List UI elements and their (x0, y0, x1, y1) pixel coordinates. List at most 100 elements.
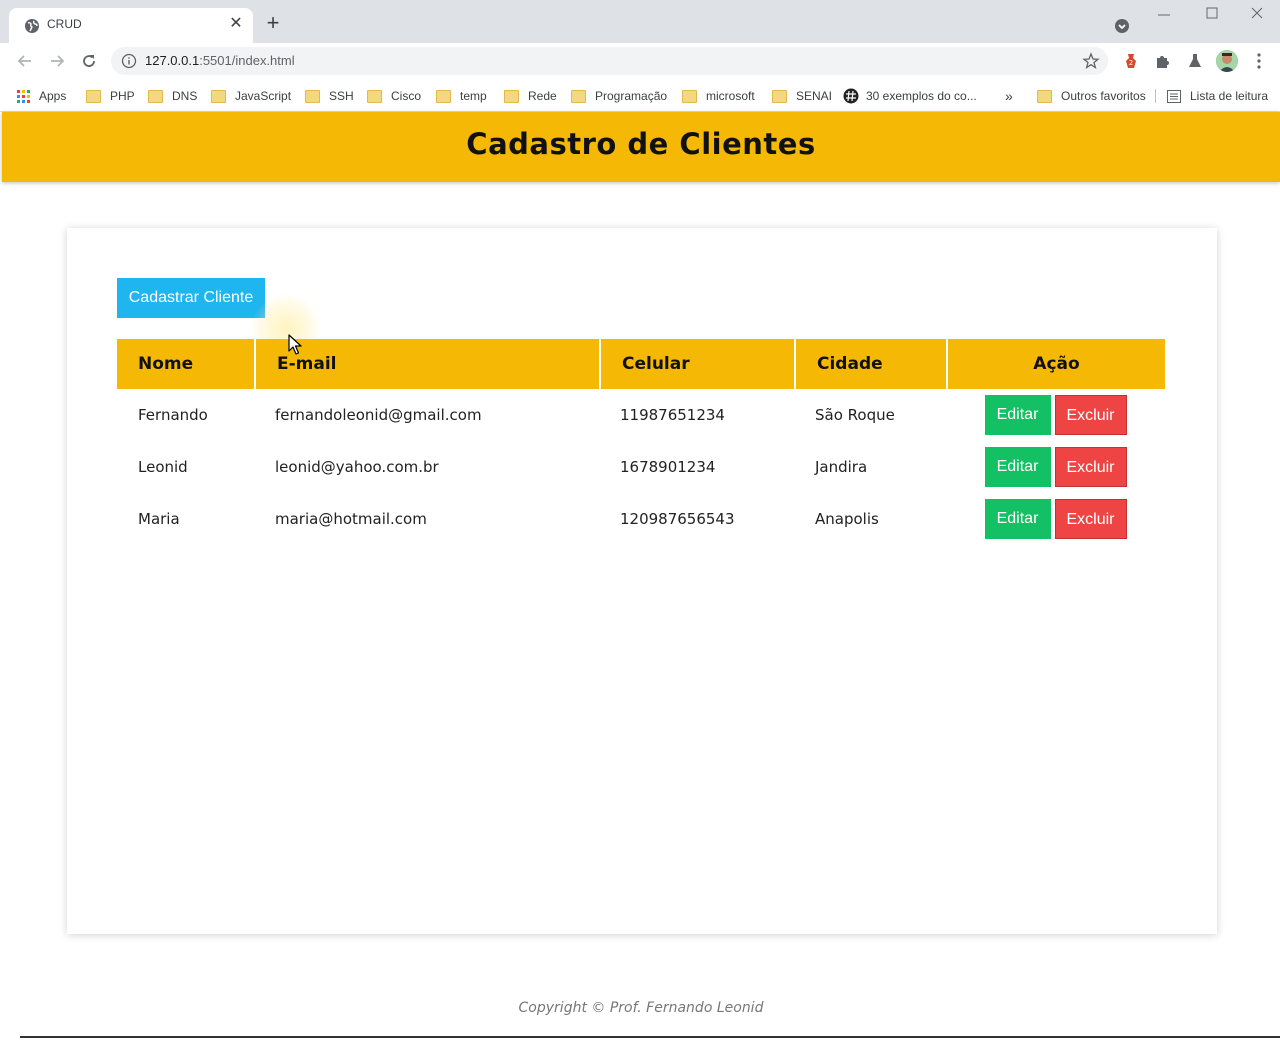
table-row: Fernando fernandoleonid@gmail.com 119876… (117, 389, 1165, 441)
bookmark-label: SENAI (796, 89, 833, 103)
edit-button[interactable]: Editar (984, 395, 1051, 435)
register-client-button[interactable]: Cadastrar Cliente (117, 278, 265, 318)
folder-icon (682, 89, 697, 103)
bookmark-label: JavaScript (235, 89, 292, 103)
cell-celular: 120987656543 (620, 510, 735, 528)
bookmark-dns[interactable]: DNS (148, 86, 197, 106)
bookmark-cisco[interactable]: Cisco (367, 86, 421, 106)
folder-icon (367, 89, 382, 103)
bookmark-programacao[interactable]: Programação (571, 86, 667, 106)
forward-icon[interactable] (47, 51, 67, 71)
page-footer: Copyright © Prof. Fernando Leonid (518, 1000, 764, 1016)
cell-cidade: São Roque (815, 406, 895, 424)
bookmark-30-exemplos[interactable]: 30 exemplos do co... (843, 86, 977, 106)
bookmark-senai[interactable]: SENAI (772, 86, 832, 106)
folder-icon (211, 89, 226, 103)
globe-icon (25, 19, 39, 33)
bookmark-label: Rede (528, 89, 557, 103)
bookmark-label: temp (460, 89, 487, 103)
bookmark-apps[interactable]: Apps (17, 86, 66, 106)
puzzle-icon[interactable] (1154, 52, 1172, 70)
info-icon[interactable] (121, 53, 137, 69)
bookmark-rede[interactable]: Rede (504, 86, 557, 106)
address-bar[interactable]: 127.0.0.1:5501/index.html (111, 47, 1108, 75)
mouse-pointer-icon (288, 334, 302, 355)
url-host: 127.0.0.1 (145, 53, 200, 68)
delete-button[interactable]: Excluir (1054, 499, 1127, 539)
apps-grid-icon (17, 89, 30, 103)
bookmark-label: SSH (329, 89, 354, 103)
hash-site-icon (843, 88, 859, 104)
tab-title: CRUD (47, 17, 82, 31)
menu-kebab-icon[interactable] (1252, 52, 1266, 70)
reload-icon[interactable] (79, 51, 99, 71)
edit-button[interactable]: Editar (984, 499, 1051, 539)
url-path: :5501/index.html (199, 53, 295, 68)
delete-button[interactable]: Excluir (1054, 395, 1127, 435)
folder-icon (772, 89, 787, 103)
close-tab-icon[interactable]: ✕ (227, 15, 245, 33)
back-icon[interactable] (15, 51, 35, 71)
edit-button[interactable]: Editar (984, 447, 1051, 487)
folder-icon (1037, 89, 1052, 103)
column-header-email: E-mail (254, 339, 599, 389)
svg-text:2: 2 (1129, 59, 1133, 67)
page-header: Cadastro de Clientes (2, 112, 1280, 182)
folder-icon (305, 89, 320, 103)
bookmark-microsoft[interactable]: microsoft (682, 86, 755, 106)
cell-email: maria@hotmail.com (275, 510, 427, 528)
column-header-celular: Celular (599, 339, 794, 389)
table-row: Leonid leonid@yahoo.com.br 1678901234 Ja… (117, 441, 1165, 493)
cell-nome: Leonid (138, 458, 188, 476)
bookmarks-bar: Apps PHP DNS JavaScript SSH Cisco temp R… (0, 80, 1280, 112)
cell-actions: Editar Excluir (946, 441, 1165, 493)
cell-email: leonid@yahoo.com.br (275, 458, 439, 476)
minimize-icon[interactable] (1157, 6, 1171, 20)
reading-list-icon (1167, 89, 1181, 103)
folder-icon (86, 89, 101, 103)
cell-cidade: Anapolis (815, 510, 879, 528)
tab-search-icon[interactable] (1114, 18, 1130, 34)
folder-icon (436, 89, 451, 103)
taskbar-edge (20, 1036, 1280, 1042)
clients-card: Cadastrar Cliente Nome E-mail Celular Ci… (67, 228, 1217, 934)
url-text: 127.0.0.1:5501/index.html (145, 53, 295, 68)
bookmark-other-favorites[interactable]: Outros favoritos (1037, 86, 1146, 106)
bookmark-javascript[interactable]: JavaScript (211, 86, 291, 106)
new-tab-icon[interactable]: + (263, 12, 283, 34)
bookmark-label: Cisco (391, 89, 422, 103)
cell-nome: Fernando (138, 406, 208, 424)
folder-icon (504, 89, 519, 103)
bookmarks-overflow-button[interactable]: » (1005, 86, 1013, 106)
bookmark-php[interactable]: PHP (86, 86, 135, 106)
window-close-icon[interactable] (1250, 6, 1264, 20)
profile-picture (1216, 50, 1238, 72)
bookmark-label: PHP (110, 89, 135, 103)
maximize-icon[interactable] (1205, 6, 1219, 20)
delete-button[interactable]: Excluir (1054, 447, 1127, 487)
bookmark-label: Programação (595, 89, 668, 103)
cell-actions: Editar Excluir (946, 493, 1165, 545)
lab-flask-icon[interactable] (1186, 52, 1204, 70)
cell-celular: 11987651234 (620, 406, 725, 424)
bookmark-label: DNS (172, 89, 198, 103)
column-header-acao: Ação (946, 339, 1165, 389)
web-page: Cadastro de Clientes Cadastrar Cliente N… (2, 112, 1280, 1040)
profile-avatar[interactable] (1216, 50, 1238, 72)
folder-icon (571, 89, 586, 103)
browser-toolbar: 127.0.0.1:5501/index.html 2 (0, 43, 1280, 80)
cell-nome: Maria (138, 510, 180, 528)
bookmark-temp[interactable]: temp (436, 86, 487, 106)
cell-email: fernandoleonid@gmail.com (275, 406, 482, 424)
bookmark-label: Outros favoritos (1061, 89, 1146, 103)
reading-list-button[interactable]: Lista de leitura (1167, 86, 1268, 106)
browser-tab[interactable]: CRUD ✕ (9, 8, 253, 43)
extension-red-icon[interactable]: 2 (1122, 52, 1140, 70)
page-title: Cadastro de Clientes (466, 127, 816, 161)
bookmark-label: 30 exemplos do co... (866, 89, 977, 103)
bookmark-ssh[interactable]: SSH (305, 86, 354, 106)
table-row: Maria maria@hotmail.com 120987656543 Ana… (117, 493, 1165, 545)
cell-actions: Editar Excluir (946, 389, 1165, 441)
cell-celular: 1678901234 (620, 458, 716, 476)
bookmark-star-icon[interactable] (1082, 52, 1100, 70)
